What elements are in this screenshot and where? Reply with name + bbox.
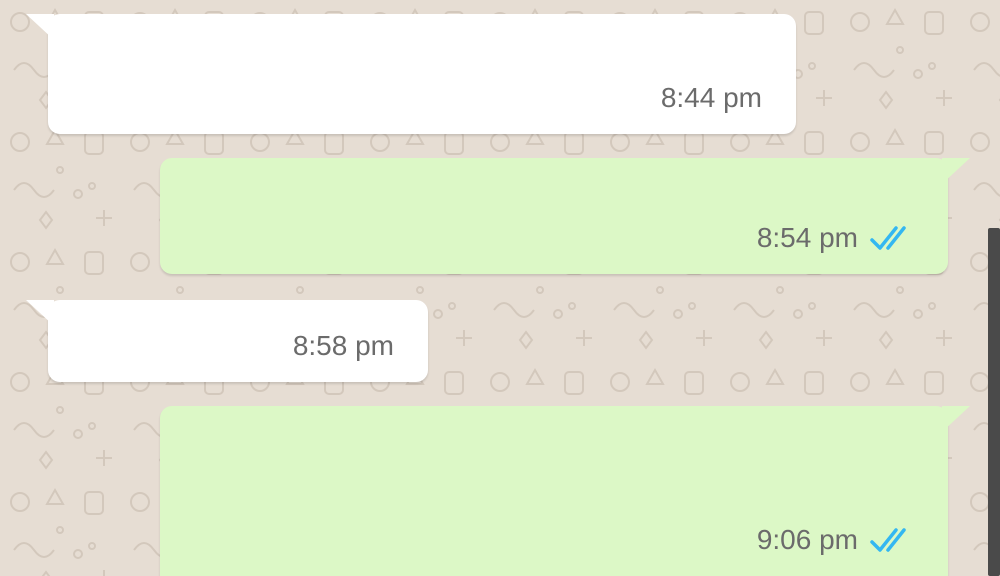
chat-pane[interactable]: 8:44 pm 8:54 pm 8:58 pm 9:06 pm xyxy=(0,0,1000,576)
bubble-tail xyxy=(942,406,970,432)
bubble-tail xyxy=(26,300,54,326)
message-time: 8:58 pm xyxy=(292,330,394,361)
scrollbar[interactable] xyxy=(988,228,1000,576)
double-check-icon xyxy=(870,528,906,552)
message-time: 8:54 pm xyxy=(756,222,858,253)
bubble-tail xyxy=(26,14,54,40)
bubble-tail xyxy=(942,158,970,184)
message-time: 9:06 pm xyxy=(756,524,858,555)
message-bubble-outgoing[interactable]: 8:54 pm xyxy=(160,158,970,274)
double-check-icon xyxy=(870,226,906,250)
message-meta: 8:54 pm xyxy=(757,222,914,254)
message-time: 8:44 pm xyxy=(660,82,762,113)
message-bubble-incoming[interactable]: 8:44 pm xyxy=(26,14,796,134)
message-bubble-outgoing[interactable]: 9:06 pm xyxy=(160,406,970,576)
message-bubble-incoming[interactable]: 8:58 pm xyxy=(26,300,428,382)
message-meta: 8:58 pm xyxy=(293,330,394,362)
message-meta: 9:06 pm xyxy=(757,524,914,556)
message-meta: 8:44 pm xyxy=(661,82,762,114)
